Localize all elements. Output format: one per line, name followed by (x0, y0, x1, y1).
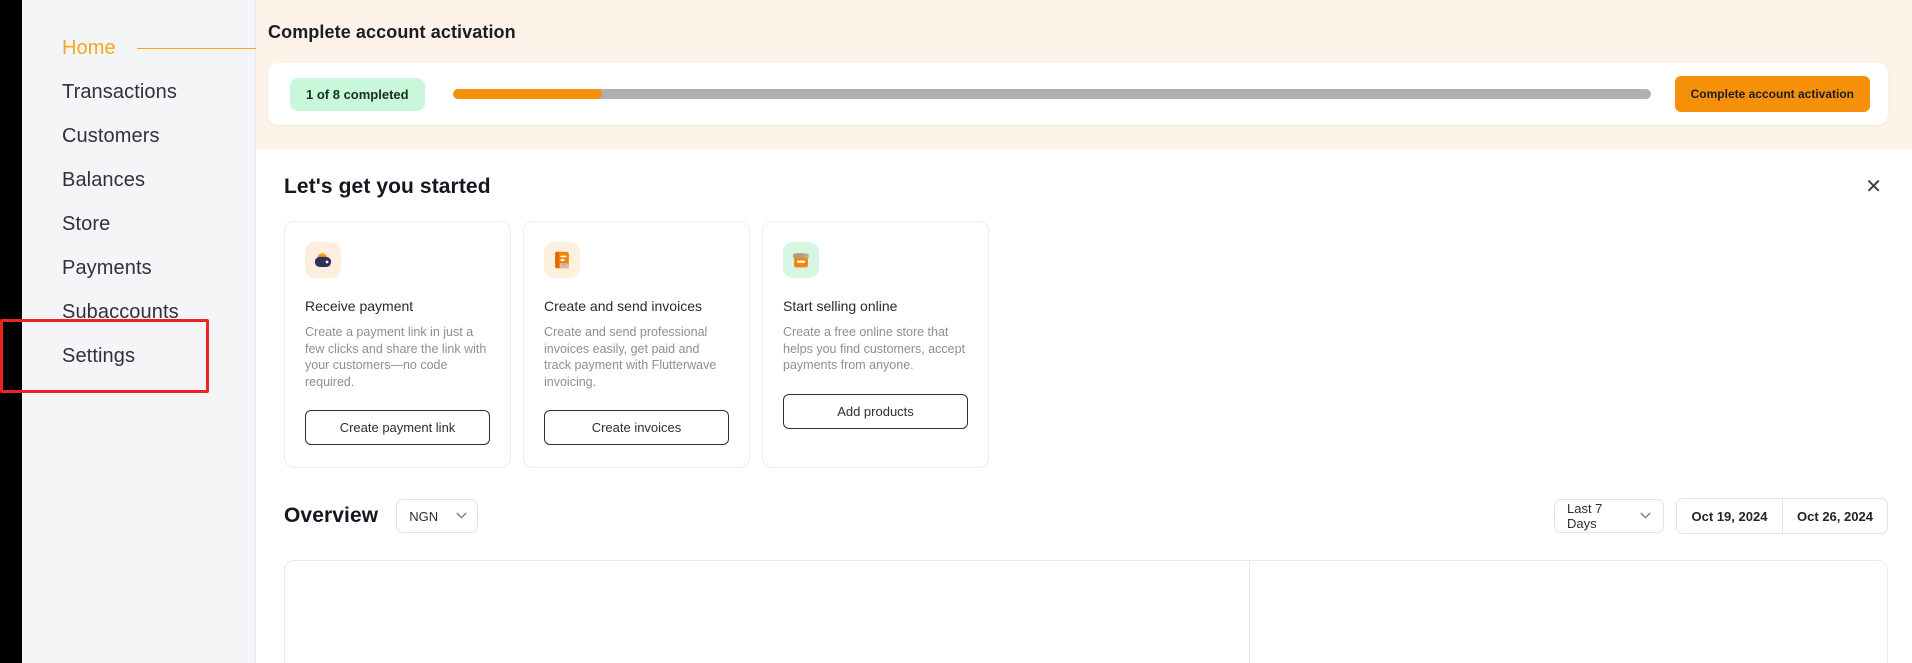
currency-select[interactable]: NGN (396, 499, 478, 533)
overview-title: Overview (284, 504, 378, 528)
sidebar-item-label: Balances (62, 169, 145, 192)
completion-badge: 1 of 8 completed (290, 78, 425, 111)
overview-panels (284, 560, 1888, 663)
sidebar-nav: Home Transactions Customers Balances Sto… (22, 0, 256, 663)
start-date-field[interactable]: Oct 19, 2024 (1677, 499, 1782, 533)
overview-toolbar: Overview NGN Last 7 Days Oct 19, 2024 Oc… (256, 498, 1912, 534)
close-icon[interactable]: ✕ (1859, 175, 1888, 199)
activation-progress-card: 1 of 8 completed Complete account activa… (268, 63, 1888, 125)
sidebar-item-payments[interactable]: Payments (22, 246, 255, 290)
activation-title: Complete account activation (268, 22, 1888, 43)
card-title: Receive payment (305, 298, 490, 314)
end-date-field[interactable]: Oct 26, 2024 (1782, 499, 1887, 533)
dashboard-page: Home Transactions Customers Balances Sto… (0, 0, 1912, 663)
chevron-down-icon (456, 510, 467, 522)
sidebar-item-label: Payments (62, 257, 152, 280)
card-receive-payment[interactable]: Receive payment Create a payment link in… (284, 221, 511, 468)
card-create-invoices[interactable]: Create and send invoices Create and send… (523, 221, 750, 468)
chevron-down-icon (1640, 510, 1651, 522)
sidebar-item-label: Settings (62, 345, 135, 368)
overview-panel-left (285, 561, 1249, 663)
left-rail (0, 0, 22, 663)
activation-progress-bar (453, 89, 1651, 99)
currency-select-value: NGN (409, 509, 438, 524)
card-start-selling-online[interactable]: Start selling online Create a free onlin… (762, 221, 989, 468)
sidebar-item-label: Transactions (62, 81, 177, 104)
main-content: Complete account activation 1 of 8 compl… (256, 0, 1912, 663)
sidebar-item-label: Customers (62, 125, 160, 148)
sidebar-item-settings[interactable]: Settings (22, 334, 255, 378)
sidebar-item-store[interactable]: Store (22, 202, 255, 246)
sidebar-item-subaccounts[interactable]: Subaccounts (22, 290, 255, 334)
activation-progress-fill (453, 89, 603, 99)
create-payment-link-button[interactable]: Create payment link (305, 410, 490, 445)
get-started-section: Let's get you started ✕ Receive payment (256, 149, 1912, 468)
date-range-value: Last 7 Days (1567, 501, 1622, 531)
get-started-title: Let's get you started (284, 175, 491, 199)
sidebar-item-home[interactable]: Home (22, 26, 255, 70)
sidebar-item-label: Home (62, 37, 116, 60)
card-description: Create a free online store that helps yo… (783, 324, 968, 374)
invoice-icon (544, 242, 580, 278)
create-invoices-button[interactable]: Create invoices (544, 410, 729, 445)
card-title: Create and send invoices (544, 298, 729, 314)
add-products-button[interactable]: Add products (783, 394, 968, 429)
sidebar-item-transactions[interactable]: Transactions (22, 70, 255, 114)
sidebar-item-balances[interactable]: Balances (22, 158, 255, 202)
date-range-group: Oct 19, 2024 Oct 26, 2024 (1676, 498, 1888, 534)
card-description: Create and send professional invoices ea… (544, 324, 729, 390)
package-box-icon (783, 242, 819, 278)
wallet-icon (305, 242, 341, 278)
sidebar-item-label: Subaccounts (62, 301, 179, 324)
card-description: Create a payment link in just a few clic… (305, 324, 490, 390)
sidebar-item-label: Store (62, 213, 110, 236)
get-started-cards: Receive payment Create a payment link in… (284, 221, 1888, 468)
overview-panel-right (1249, 561, 1887, 663)
sidebar-item-customers[interactable]: Customers (22, 114, 255, 158)
account-activation-banner: Complete account activation 1 of 8 compl… (256, 0, 1912, 149)
card-title: Start selling online (783, 298, 968, 314)
date-range-select[interactable]: Last 7 Days (1554, 499, 1664, 533)
complete-account-activation-button[interactable]: Complete account activation (1675, 76, 1870, 112)
get-started-header: Let's get you started ✕ (284, 175, 1888, 199)
